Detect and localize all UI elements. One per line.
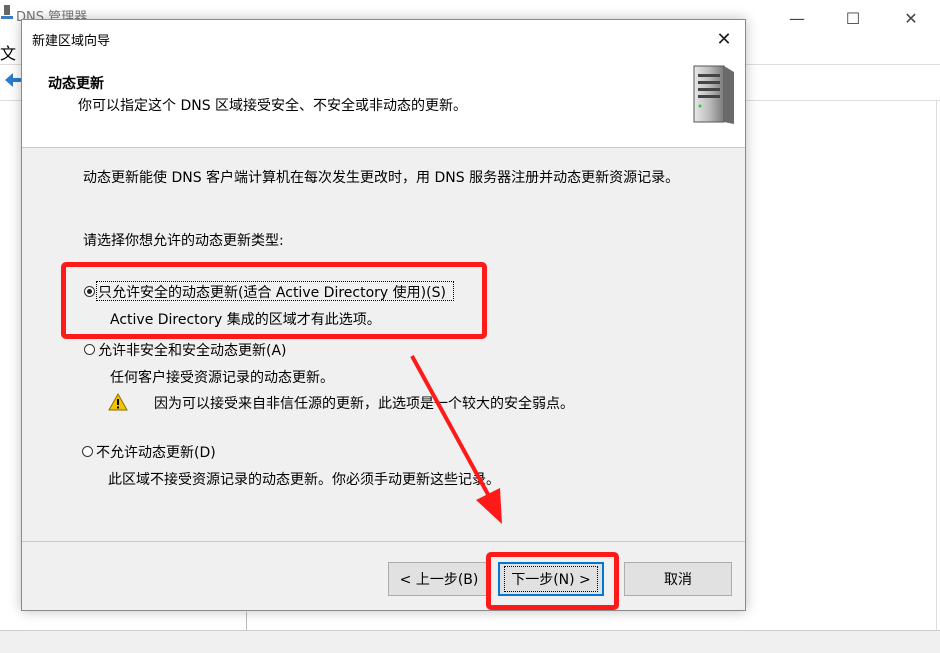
option-nonsecure-and-secure-description: 任何客户接受资源记录的动态更新。 — [110, 370, 334, 386]
dialog-titlebar: 新建区域向导 ✕ — [22, 20, 745, 57]
dns-app-icon — [1, 5, 13, 19]
page-title: 动态更新 — [48, 76, 104, 92]
selection-prompt: 请选择你想允许的动态更新类型: — [83, 233, 284, 249]
dialog-close-button[interactable]: ✕ — [709, 24, 739, 54]
wizard-header: 动态更新 你可以指定这个 DNS 区域接受安全、不安全或非动态的更新。 — [22, 57, 745, 148]
highlight-box-secure-option — [61, 262, 487, 339]
pane-border — [936, 100, 937, 630]
option-no-dynamic-updates-description: 此区域不接受资源记录的动态更新。你必须手动更新这些记录。 — [108, 472, 500, 488]
close-window-button[interactable]: ✕ — [888, 0, 934, 36]
highlight-box-next-button — [486, 552, 619, 610]
dialog-title: 新建区域向导 — [32, 34, 111, 49]
security-warning-text: 因为可以接受来自非信任源的更新，此选项是一个较大的安全弱点。 — [154, 396, 574, 412]
back-arrow-icon[interactable] — [4, 72, 22, 88]
radio-no-dynamic-updates[interactable] — [82, 446, 93, 457]
radio-nonsecure-and-secure[interactable] — [84, 344, 95, 355]
option-nonsecure-and-secure-label[interactable]: 允许非安全和安全动态更新(A) — [98, 340, 287, 360]
page-subtitle: 你可以指定这个 DNS 区域接受安全、不安全或非动态的更新。 — [78, 98, 468, 114]
menu-file[interactable]: 文 — [0, 40, 22, 64]
server-icon — [693, 65, 734, 124]
pane-splitter[interactable] — [246, 612, 247, 632]
back-button[interactable]: < 上一步(B) — [388, 562, 490, 596]
status-bar — [0, 630, 940, 653]
maximize-button[interactable]: ☐ — [830, 0, 876, 36]
footer-divider — [22, 541, 745, 542]
cancel-button[interactable]: 取消 — [624, 562, 732, 596]
description-text: 动态更新能使 DNS 客户端计算机在每次发生更改时，用 DNS 服务器注册并动态… — [83, 170, 680, 186]
warning-icon — [108, 393, 128, 411]
minimize-button[interactable]: — — [774, 0, 820, 36]
option-no-dynamic-updates-label[interactable]: 不允许动态更新(D) — [96, 442, 216, 462]
